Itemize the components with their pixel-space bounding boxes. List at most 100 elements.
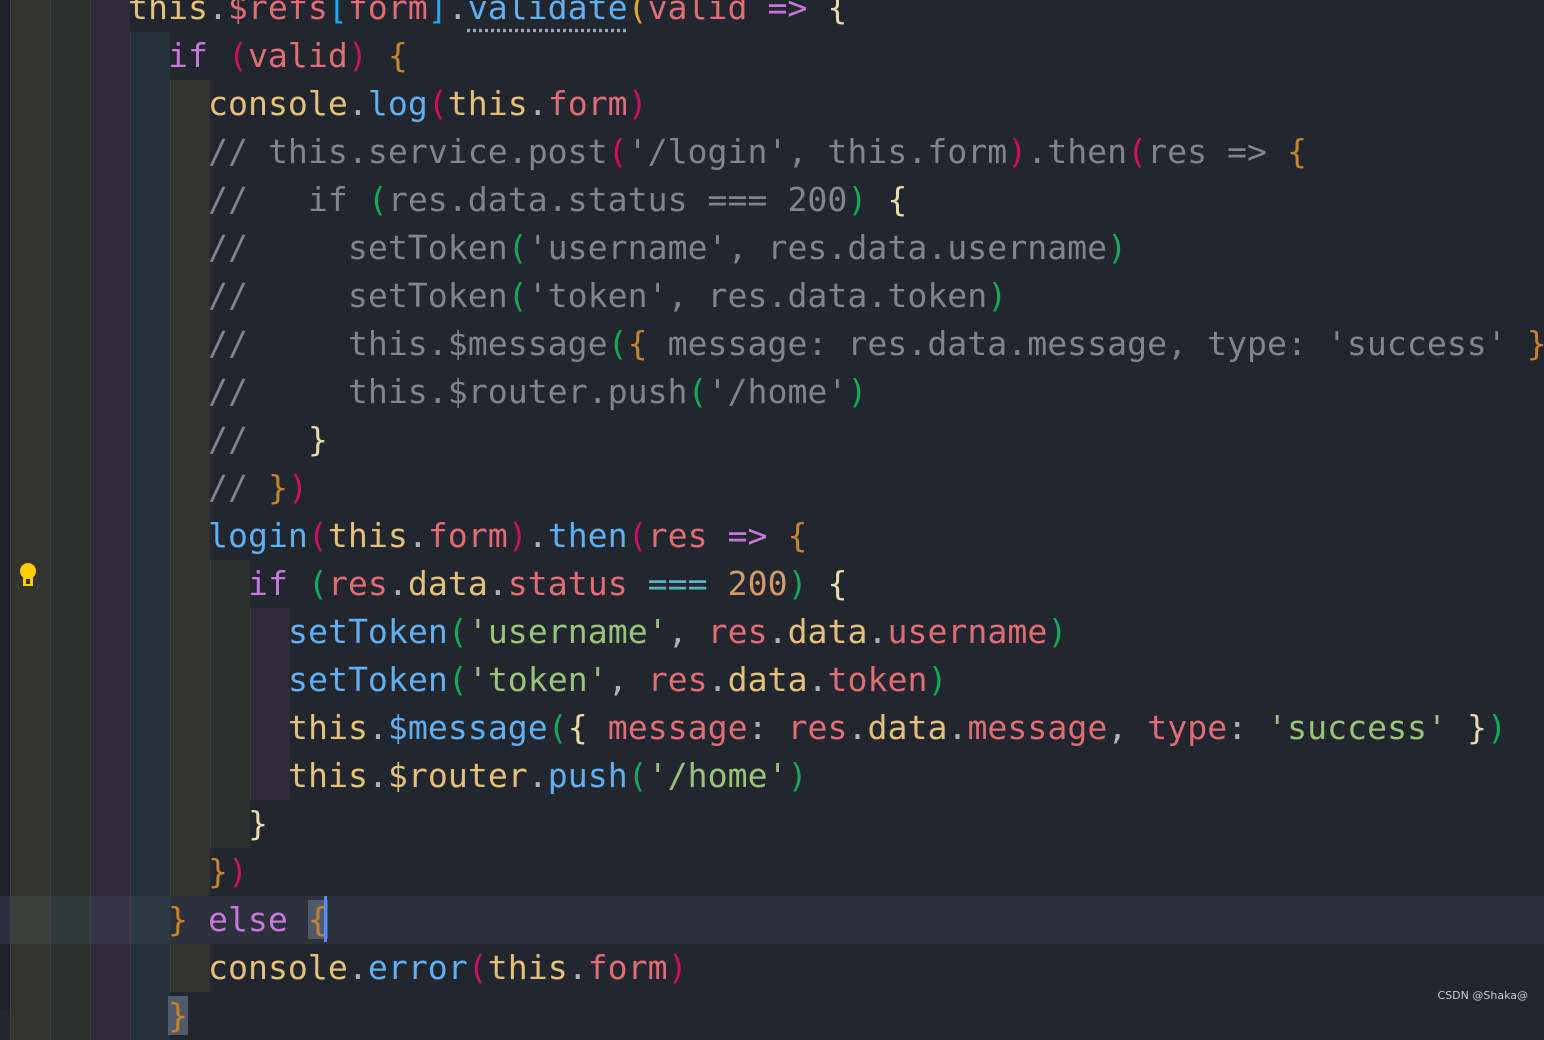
indent-guide: [130, 224, 170, 272]
code-token: data: [407, 564, 488, 603]
code-line[interactable]: // this.service.post('/login', this.form…: [0, 128, 1544, 176]
code-token: 200: [727, 564, 788, 603]
indent-guide: [90, 176, 130, 224]
indent-guide: [90, 560, 130, 608]
code-token: '/home': [647, 756, 788, 795]
code-token: {: [827, 0, 848, 27]
code-token: login: [208, 516, 308, 555]
code-token: .: [347, 84, 368, 123]
code-line[interactable]: // this.$router.push('/home'): [0, 368, 1544, 416]
indent-guide: [210, 560, 250, 608]
indent-guide: [90, 896, 130, 944]
code-token: token: [827, 660, 928, 699]
code-token: }: [267, 468, 288, 507]
code-token: 'username', res.data.username: [527, 228, 1108, 267]
indent-guide: [130, 656, 170, 704]
indent-guide: [90, 800, 130, 848]
code-token: $message: [387, 708, 548, 747]
code-token: ): [1486, 708, 1507, 747]
code-token: (: [507, 228, 528, 267]
lightbulb-icon[interactable]: [18, 562, 38, 590]
code-token: // this.$message: [208, 324, 608, 363]
code-token: message: [607, 708, 748, 747]
code-token: push: [547, 756, 628, 795]
code-line[interactable]: console.error(this.form): [0, 944, 1544, 992]
indent-guide: [170, 944, 210, 992]
code-token: this: [128, 0, 208, 27]
indent-guide: [50, 800, 90, 848]
code-token: (: [627, 0, 648, 27]
code-line[interactable]: if (res.data.status === 200) {: [0, 560, 1544, 608]
code-line[interactable]: console.log(this.form): [0, 80, 1544, 128]
code-token: .: [707, 660, 728, 699]
code-line[interactable]: setToken('token', res.data.token): [0, 656, 1544, 704]
indent-guide: [90, 272, 130, 320]
code-token: .: [447, 0, 468, 27]
indent-guide: [170, 80, 210, 128]
code-line[interactable]: // }: [0, 416, 1544, 464]
indent-guide: [170, 608, 210, 656]
code-line[interactable]: this.$refs[form].validate(valid => {: [0, 0, 1544, 32]
indent-guide: [90, 512, 130, 560]
code-line[interactable]: // if (res.data.status === 200) {: [0, 176, 1544, 224]
indent-guide: [130, 704, 170, 752]
code-line[interactable]: this.$message({ message: res.data.messag…: [0, 704, 1544, 752]
indent-guide: [170, 128, 210, 176]
code-text: } else {: [168, 896, 328, 944]
code-text: this.$message({ message: res.data.messag…: [288, 704, 1507, 752]
code-text: // setToken('token', res.data.token): [208, 272, 1007, 320]
code-text: // if (res.data.status === 200) {: [208, 176, 907, 224]
code-line[interactable]: // setToken('token', res.data.token): [0, 272, 1544, 320]
code-line[interactable]: } else {: [0, 896, 1544, 944]
code-token: data: [867, 708, 948, 747]
code-line[interactable]: login(this.form).then(res => {: [0, 512, 1544, 560]
code-token: //: [208, 468, 268, 507]
indent-guide: [10, 320, 50, 368]
code-token: (: [607, 132, 628, 171]
code-token: valid: [647, 0, 748, 27]
indent-guide: [10, 992, 50, 1040]
code-token: $refs: [227, 0, 328, 27]
code-token: res.data.status === 200: [387, 180, 848, 219]
code-token: }: [168, 900, 188, 939]
code-text: // this.$message({ message: res.data.mes…: [208, 320, 1544, 368]
indent-guide: [130, 992, 170, 1040]
indent-guide: [50, 0, 90, 32]
code-line[interactable]: // }): [0, 464, 1544, 512]
code-line[interactable]: setToken('username', res.data.username): [0, 608, 1544, 656]
code-token: (: [507, 276, 528, 315]
code-text: // }): [208, 464, 308, 512]
code-line[interactable]: }: [0, 992, 1544, 1040]
indent-guide: [90, 368, 130, 416]
code-text: // this.$router.push('/home'): [208, 368, 867, 416]
code-line[interactable]: }): [0, 848, 1544, 896]
code-editor[interactable]: this.$refs[form].validate(valid => {if (…: [0, 0, 1544, 1040]
code-line[interactable]: }: [0, 800, 1544, 848]
indent-guide: [90, 848, 130, 896]
code-token: // setToken: [208, 276, 508, 315]
code-line[interactable]: this.$router.push('/home'): [0, 752, 1544, 800]
indent-guide: [50, 80, 90, 128]
code-token: =>: [767, 0, 808, 27]
indent-guide: [210, 656, 250, 704]
code-token: .then: [1027, 132, 1128, 171]
indent-guide: [90, 752, 130, 800]
indent-guide: [170, 656, 210, 704]
indent-guide: [170, 704, 210, 752]
code-text: console.log(this.form): [208, 80, 648, 128]
code-token: .: [367, 756, 388, 795]
code-line[interactable]: // setToken('username', res.data.usernam…: [0, 224, 1544, 272]
code-text: if (res.data.status === 200) {: [248, 560, 848, 608]
indent-guide: [10, 800, 50, 848]
indent-guide: [90, 128, 130, 176]
code-token: {: [1287, 132, 1307, 171]
indent-guide: [50, 560, 90, 608]
code-token: (: [307, 564, 328, 603]
code-line[interactable]: // this.$message({ message: res.data.mes…: [0, 320, 1544, 368]
indent-guide: [90, 80, 130, 128]
code-line[interactable]: if (valid) {: [0, 32, 1544, 80]
code-token: (: [367, 180, 388, 219]
code-token: ,: [1107, 708, 1148, 747]
